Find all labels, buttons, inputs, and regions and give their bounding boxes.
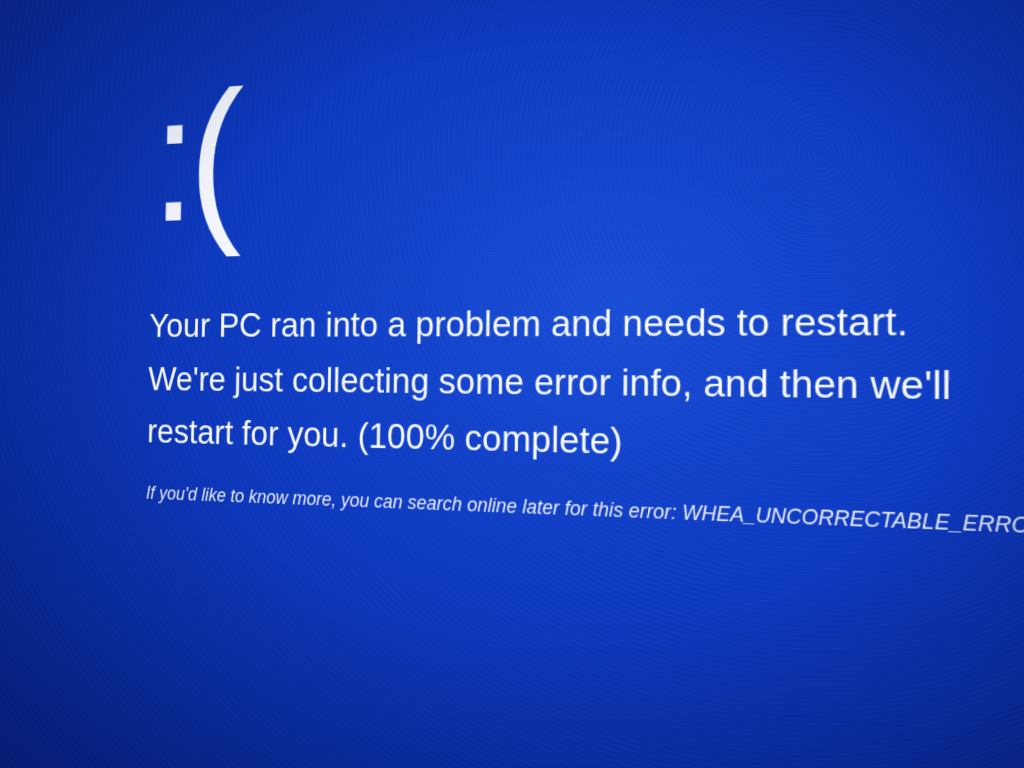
error-code: WHEA_UNCORRECTABLE_ERROR	[682, 501, 1024, 538]
error-detail: If you'd like to know more, you can sear…	[146, 481, 1024, 544]
bsod-screen: :( Your PC ran into a problem and needs …	[146, 9, 1024, 544]
error-detail-prefix: If you'd like to know more, you can sear…	[146, 483, 682, 525]
sad-face-icon: :(	[151, 9, 1024, 250]
error-message: Your PC ran into a problem and needs to …	[147, 290, 971, 482]
